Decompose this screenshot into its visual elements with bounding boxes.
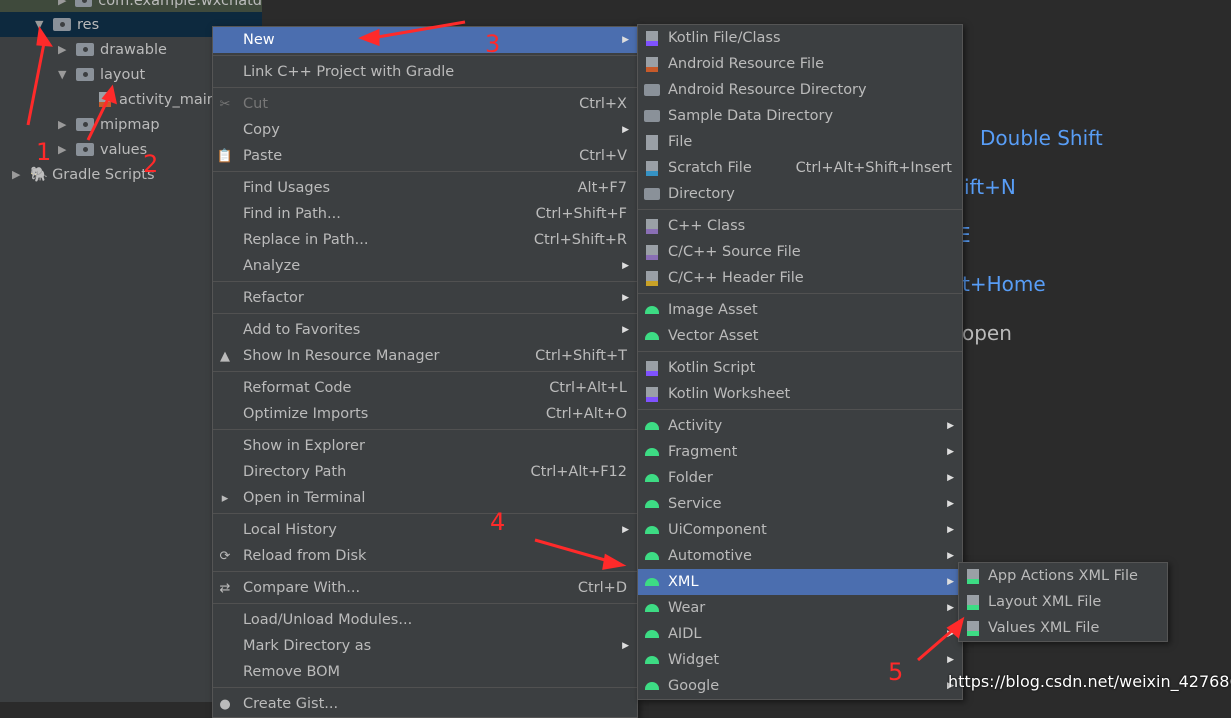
watermark: https://blog.csdn.net/weixin_42768634 bbox=[948, 672, 1231, 691]
annotation-3: 3 bbox=[485, 30, 501, 58]
arrow-1 bbox=[26, 37, 47, 126]
arrowhead-1 bbox=[36, 25, 53, 47]
arrowhead-5 bbox=[946, 616, 965, 639]
arrow-3 bbox=[371, 20, 466, 40]
arrowhead-2 bbox=[101, 84, 118, 105]
arrow-4 bbox=[534, 538, 613, 564]
annotation-4: 4 bbox=[490, 508, 506, 536]
arrowhead-4 bbox=[602, 553, 627, 570]
annotation-1: 1 bbox=[36, 138, 52, 166]
annotation-arrows bbox=[26, 20, 965, 662]
arrowhead-3 bbox=[358, 28, 380, 47]
annotation-2: 2 bbox=[143, 150, 159, 178]
arrow-2 bbox=[86, 94, 112, 141]
arrow-5 bbox=[917, 626, 956, 662]
annotation-5: 5 bbox=[888, 658, 904, 686]
